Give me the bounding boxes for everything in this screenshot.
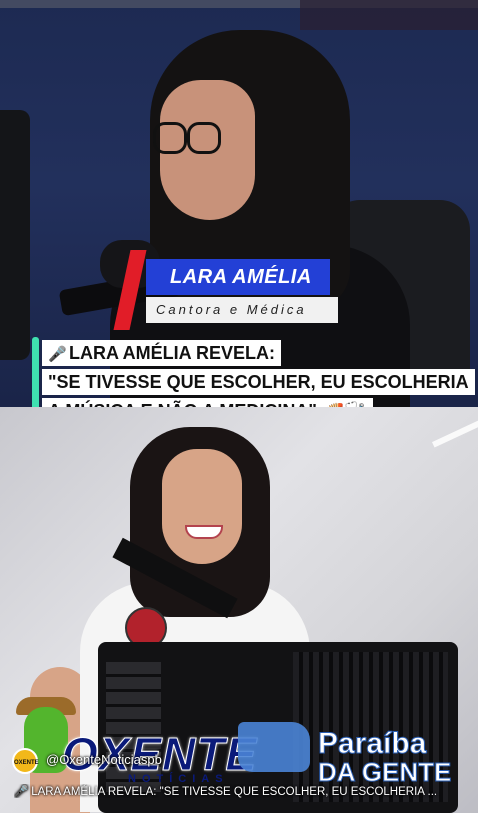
paraiba-map-icon [238, 722, 310, 772]
studio-light [300, 0, 478, 30]
microphone-icon: 🎤 [14, 786, 29, 798]
background-streak [432, 412, 478, 448]
headline-line-1: 🎤 LARA AMÉLIA REVELA: [42, 340, 282, 366]
performer-face [162, 449, 242, 564]
name-tag: LARA AMÉLIA [146, 259, 330, 295]
paraiba-logo-line-1: Paraíba [317, 727, 427, 761]
microphone-icon: 🎤 [48, 346, 67, 363]
caption-text: LARA AMÉLIA REVELA: "SE TIVESSE QUE ESCO… [31, 786, 438, 798]
channel-handle[interactable]: @OxenteNoticiaspb [46, 752, 162, 767]
chair-left [0, 110, 30, 360]
role-tag: Cantora e Médica [146, 297, 338, 323]
headline-line-2: "SE TIVESSE QUE ESCOLHER, EU ESCOLHERIA [42, 369, 475, 395]
glasses [153, 122, 223, 154]
channel-avatar[interactable]: OXENTE [12, 748, 39, 774]
performer-smile [185, 525, 223, 539]
headline-line-1-text: LARA AMÉLIA REVELA: [69, 343, 276, 363]
video-caption[interactable]: 🎤 LARA AMÉLIA REVELA: "SE TIVESSE QUE ES… [14, 784, 464, 798]
video-frame[interactable]: LARA AMÉLIA Cantora e Médica 🎤 LARA AMÉL… [0, 0, 478, 813]
